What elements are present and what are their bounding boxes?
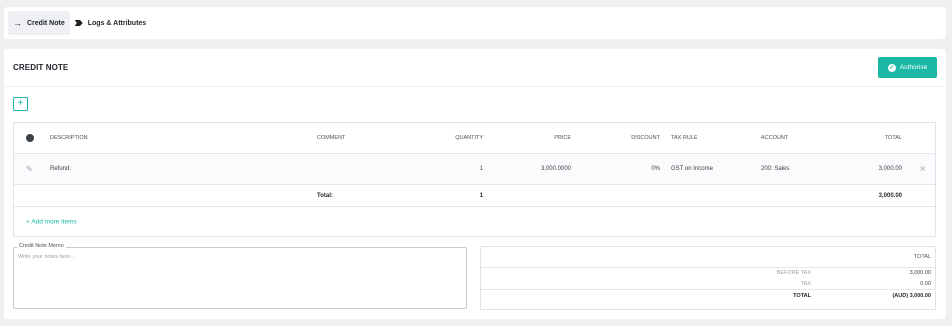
card-header: CREDIT NOTE ✓ Authorise [4, 49, 946, 87]
col-price: PRICE [554, 135, 571, 141]
col-tax-rule: TAX RULE [671, 135, 698, 141]
total-quantity: 1 [479, 192, 483, 199]
add-more-row: + Add more items [14, 207, 935, 236]
summary-header-row: TOTAL [481, 247, 935, 268]
col-account: ACCOUNT [761, 135, 789, 141]
total-amount: 3,000.00 [878, 192, 902, 199]
grand-total-label: TOTAL [793, 292, 811, 299]
tab-logs-attributes[interactable]: Logs & Attributes [70, 11, 151, 35]
col-total: TOTAL [884, 135, 902, 141]
credit-note-card: CREDIT NOTE ✓ Authorise + DESCRIPTION CO… [4, 49, 946, 319]
line-items-table: DESCRIPTION COMMENT QUANTITY PRICE DISCO… [13, 122, 936, 237]
tax-label: TAX [800, 281, 811, 287]
total-label: Total: [317, 192, 333, 199]
tab-bar: → Credit Note Logs & Attributes [4, 7, 946, 39]
tab-label: Logs & Attributes [87, 19, 147, 27]
row-quantity[interactable]: 1 [480, 166, 483, 172]
row-price[interactable]: 3,000.0000 [541, 166, 571, 172]
row-description[interactable]: Refund: [50, 166, 71, 172]
tab-label: Credit Note [27, 19, 65, 27]
summary-tax-row: TAX 0.00 [481, 279, 935, 290]
summary-total-row: TOTAL (AUD) 3,000.00 [481, 290, 935, 301]
before-tax-label: BEFORE TAX [776, 270, 811, 276]
gear-icon[interactable] [26, 134, 34, 142]
table-header-row: DESCRIPTION COMMENT QUANTITY PRICE DISCO… [14, 123, 935, 154]
add-more-items-link[interactable]: + Add more items [26, 218, 77, 225]
row-discount[interactable]: 0% [651, 166, 660, 172]
memo-label: Credit Note Memo [17, 243, 66, 249]
table-total-row: Total: 1 3,000.00 [14, 185, 935, 207]
authorise-button[interactable]: ✓ Authorise [878, 57, 937, 78]
tab-credit-note[interactable]: → Credit Note [8, 11, 70, 35]
tax-value: 0.00 [920, 281, 931, 287]
before-tax-value: 3,000.00 [909, 270, 931, 276]
tag-icon [74, 20, 83, 26]
credit-note-memo: Credit Note Memo [13, 243, 467, 309]
col-comment: COMMENT [317, 135, 346, 141]
col-discount: DISCOUNT [631, 135, 660, 141]
col-description: DESCRIPTION [50, 135, 88, 141]
close-icon[interactable]: ✕ [919, 165, 926, 174]
summary-before-tax-row: BEFORE TAX 3,000.00 [481, 268, 935, 278]
pencil-icon[interactable]: ✎ [26, 165, 33, 174]
check-circle-icon: ✓ [887, 63, 896, 72]
summary-header: TOTAL [913, 254, 931, 260]
authorise-label: Authorise [899, 64, 928, 71]
row-tax-rule[interactable]: GST on Income [671, 166, 713, 172]
table-row[interactable]: ✎ Refund: 1 3,000.0000 0% GST on Income … [14, 154, 935, 185]
add-line-button[interactable]: + [13, 97, 28, 111]
memo-textarea[interactable] [18, 254, 458, 304]
row-total: 3,000.00 [878, 166, 902, 172]
arrow-right-icon: → [13, 17, 22, 28]
grand-total-value: (AUD) 3,000.00 [892, 292, 931, 299]
totals-summary: TOTAL BEFORE TAX 3,000.00 TAX 0.00 TOTAL… [480, 246, 936, 310]
page-title: CREDIT NOTE [13, 63, 69, 72]
col-quantity: QUANTITY [455, 135, 483, 141]
row-account[interactable]: 200: Sales [761, 166, 789, 172]
